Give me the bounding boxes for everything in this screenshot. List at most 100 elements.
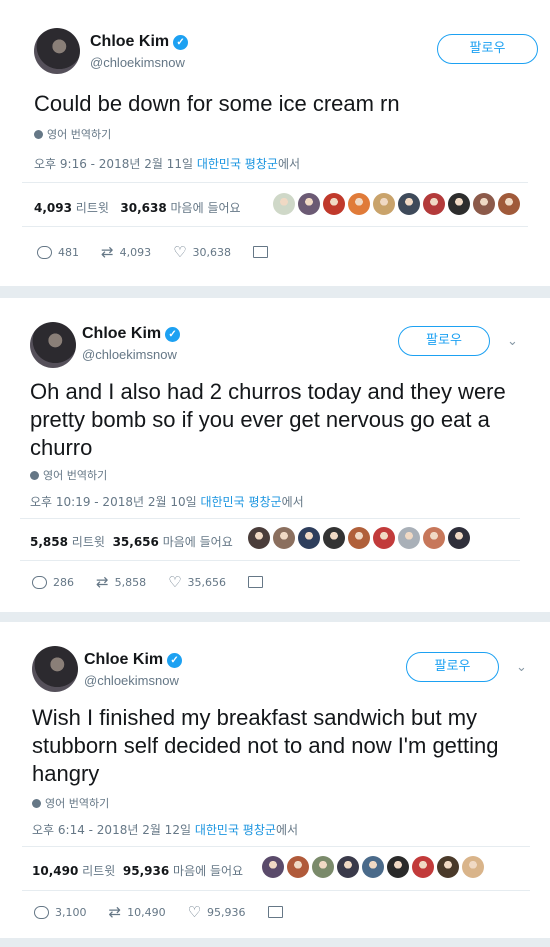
retweets-label: 리트윗 bbox=[75, 201, 109, 215]
follow-button[interactable]: 팔로우 bbox=[437, 34, 538, 64]
reply-button[interactable]: 3,100 bbox=[34, 905, 87, 919]
divider bbox=[22, 182, 528, 183]
liker-avatar[interactable] bbox=[398, 527, 420, 549]
retweet-icon: ⇄ bbox=[108, 903, 122, 921]
timestamp-text[interactable]: 오후 9:16 - 2018년 2월 11일 bbox=[34, 157, 193, 171]
avatar[interactable] bbox=[32, 646, 78, 692]
chevron-down-icon[interactable]: ⌄ bbox=[516, 660, 527, 675]
liker-avatar[interactable] bbox=[298, 193, 320, 215]
likes-count[interactable]: 30,638 bbox=[120, 201, 166, 215]
likes-count[interactable]: 35,656 bbox=[113, 535, 159, 549]
retweets-label: 리트윗 bbox=[82, 864, 116, 878]
liker-avatar[interactable] bbox=[273, 193, 295, 215]
retweets-count[interactable]: 5,858 bbox=[30, 535, 68, 549]
likes-count[interactable]: 95,936 bbox=[123, 864, 169, 878]
divider bbox=[22, 846, 530, 847]
location-link[interactable]: 대한민국 평창군 bbox=[195, 823, 276, 837]
avatar[interactable] bbox=[34, 28, 80, 74]
follow-button[interactable]: 팔로우 bbox=[398, 326, 490, 356]
liker-avatar[interactable] bbox=[423, 193, 445, 215]
liker-avatars bbox=[248, 527, 470, 551]
liker-avatar[interactable] bbox=[473, 193, 495, 215]
liker-avatar[interactable] bbox=[423, 527, 445, 549]
author-name-text: Chloe Kim bbox=[84, 651, 164, 668]
liker-avatar[interactable] bbox=[348, 527, 370, 549]
reply-icon bbox=[32, 575, 47, 589]
tweet-text: Oh and I also had 2 churros today and th… bbox=[30, 379, 506, 460]
verified-badge-icon: ✓ bbox=[173, 35, 189, 50]
likes-label: 마음에 들어요 bbox=[173, 864, 244, 878]
author-handle[interactable]: @chloekimsnow bbox=[82, 347, 177, 362]
translate-link[interactable]: 영어 번역하기 bbox=[32, 795, 109, 811]
liker-avatar[interactable] bbox=[398, 193, 420, 215]
liker-avatar[interactable] bbox=[448, 193, 470, 215]
heart-icon: ♡ bbox=[168, 573, 182, 591]
avatar[interactable] bbox=[30, 322, 76, 368]
tweet-timestamp: 오후 9:16 - 2018년 2월 11일 대한민국 평창군에서 bbox=[34, 155, 300, 172]
author-name[interactable]: Chloe Kim ✓ bbox=[82, 325, 181, 343]
tweet-stats: 5,858 리트윗 35,656 마음에 들어요 bbox=[30, 533, 233, 550]
liker-avatar[interactable] bbox=[373, 527, 395, 549]
retweet-button[interactable]: ⇄ 4,093 bbox=[101, 243, 151, 261]
translate-link[interactable]: 영어 번역하기 bbox=[34, 126, 111, 142]
chevron-down-icon[interactable]: ⌄ bbox=[507, 334, 518, 349]
retweets-count[interactable]: 4,093 bbox=[34, 201, 72, 215]
liker-avatar[interactable] bbox=[362, 856, 384, 878]
liker-avatar[interactable] bbox=[437, 856, 459, 878]
liker-avatar[interactable] bbox=[287, 856, 309, 878]
liker-avatar[interactable] bbox=[273, 527, 295, 549]
reply-icon bbox=[37, 245, 52, 259]
liker-avatar[interactable] bbox=[448, 527, 470, 549]
liker-avatar[interactable] bbox=[312, 856, 334, 878]
direct-message-button[interactable] bbox=[253, 246, 274, 258]
direct-message-button[interactable] bbox=[267, 906, 289, 918]
liker-avatar[interactable] bbox=[323, 193, 345, 215]
retweet-button[interactable]: ⇄ 5,858 bbox=[96, 573, 146, 591]
timestamp-text[interactable]: 오후 6:14 - 2018년 2월 12일 bbox=[32, 823, 191, 837]
reply-count: 286 bbox=[53, 575, 74, 589]
tweet-timestamp: 오후 10:19 - 2018년 2월 10일 대한민국 평창군에서 bbox=[30, 493, 304, 510]
liker-avatars bbox=[273, 193, 520, 217]
liker-avatar[interactable] bbox=[462, 856, 484, 878]
liker-avatar[interactable] bbox=[373, 193, 395, 215]
like-button[interactable]: ♡ 35,656 bbox=[168, 573, 226, 591]
liker-avatar[interactable] bbox=[262, 856, 284, 878]
like-count: 95,936 bbox=[207, 905, 246, 919]
like-button[interactable]: ♡ 30,638 bbox=[173, 243, 231, 261]
translate-link[interactable]: 영어 번역하기 bbox=[30, 467, 107, 483]
location-link[interactable]: 대한민국 평창군 bbox=[200, 495, 281, 509]
retweets-count[interactable]: 10,490 bbox=[32, 864, 78, 878]
author-handle[interactable]: @chloekimsnow bbox=[84, 673, 179, 688]
location-suffix: 에서 bbox=[275, 823, 299, 837]
heart-icon: ♡ bbox=[187, 903, 202, 921]
timestamp-text[interactable]: 오후 10:19 - 2018년 2월 10일 bbox=[30, 495, 197, 509]
reply-icon bbox=[34, 905, 49, 919]
author-handle[interactable]: @chloekimsnow bbox=[90, 55, 185, 70]
reply-count: 3,100 bbox=[55, 905, 87, 919]
author-name-text: Chloe Kim bbox=[90, 33, 170, 50]
liker-avatar[interactable] bbox=[298, 527, 320, 549]
author-name[interactable]: Chloe Kim ✓ bbox=[90, 33, 189, 51]
location-link[interactable]: 대한민국 평창군 bbox=[197, 157, 278, 171]
liker-avatar[interactable] bbox=[387, 856, 409, 878]
liker-avatar[interactable] bbox=[337, 856, 359, 878]
tweet-card: Chloe Kim ✓ @chloekimsnow 팔로우 ⌄ Wish I fi… bbox=[0, 622, 550, 938]
follow-button[interactable]: 팔로우 bbox=[406, 652, 499, 682]
tweet-actions: 3,100 ⇄ 10,490 ♡ 95,936 bbox=[34, 903, 311, 921]
like-button[interactable]: ♡ 95,936 bbox=[188, 903, 246, 921]
liker-avatar[interactable] bbox=[498, 193, 520, 215]
reply-button[interactable]: 286 bbox=[32, 575, 74, 589]
reply-button[interactable]: 481 bbox=[37, 245, 79, 259]
tweet-stats: 10,490 리트윗 95,936 마음에 들어요 bbox=[32, 862, 243, 879]
direct-message-button[interactable] bbox=[248, 576, 269, 588]
author-name[interactable]: Chloe Kim ✓ bbox=[84, 651, 183, 669]
retweet-button[interactable]: ⇄ 10,490 bbox=[109, 903, 166, 921]
liker-avatar[interactable] bbox=[248, 527, 270, 549]
mail-icon bbox=[248, 576, 264, 588]
location-suffix: 에서 bbox=[277, 157, 301, 171]
retweet-count: 4,093 bbox=[119, 245, 152, 259]
retweet-icon: ⇄ bbox=[96, 573, 109, 591]
liker-avatar[interactable] bbox=[348, 193, 370, 215]
liker-avatar[interactable] bbox=[412, 856, 434, 878]
liker-avatar[interactable] bbox=[323, 527, 345, 549]
